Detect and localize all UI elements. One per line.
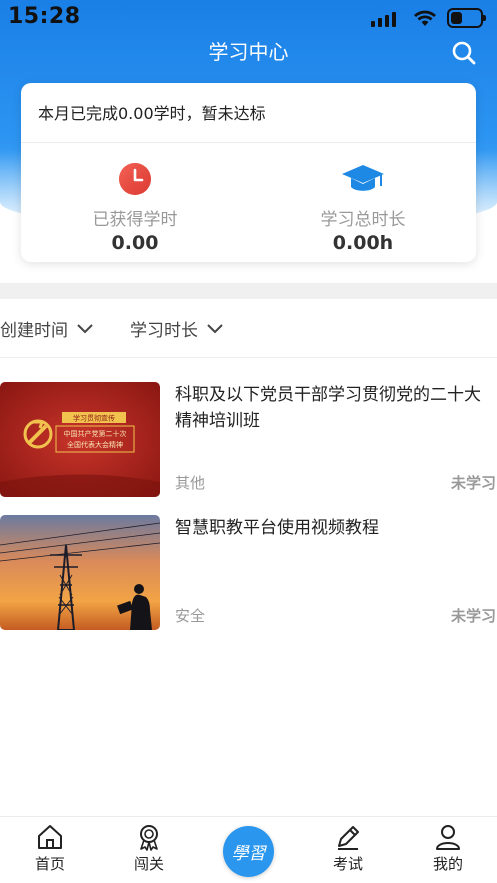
course-category: 其他 (175, 474, 206, 492)
course-status: 未学习 (450, 607, 496, 625)
course-thumbnail: 学习贯彻宣传 中国共产党第二十次 全国代表大会精神 (0, 382, 160, 497)
tab-study-center[interactable]: 學習 (223, 826, 274, 877)
filter-bar: 创建时间 学习时长 (0, 300, 497, 358)
user-icon (436, 825, 460, 850)
signal-icon (371, 9, 403, 27)
bottom-tab-bar: 首页 闯关 學習 考试 我的 (0, 816, 497, 883)
total-duration-label: 学习总时长 (320, 210, 406, 230)
tab-challenge[interactable]: 闯关 (109, 823, 189, 874)
filter-study-duration[interactable]: 学习时长 (130, 316, 224, 341)
filter-created-time[interactable]: 创建时间 (0, 316, 94, 341)
tab-mine-label: 我的 (432, 855, 463, 873)
filter-label: 创建时间 (0, 321, 68, 341)
monthly-status-message: 本月已完成0.00学时，暂未达标 (38, 104, 266, 123)
thumb-banner-top: 学习贯彻宣传 (73, 414, 115, 423)
graduation-cap-icon (342, 165, 384, 191)
home-icon (38, 825, 62, 849)
course-status: 未学习 (450, 474, 496, 492)
card-divider (21, 142, 476, 143)
status-bar: 15:28 (0, 0, 497, 38)
course-item[interactable]: 智慧职教平台使用视频教程 安全 未学习 (0, 515, 497, 630)
earned-hours-stat: 已获得学时 0.00 (35, 161, 235, 254)
tab-home-label: 首页 (34, 855, 65, 873)
tab-mine[interactable]: 我的 (408, 823, 488, 874)
medal-icon (140, 825, 158, 851)
tab-study-center-label: 學習 (231, 844, 266, 864)
study-summary-card: 本月已完成0.00学时，暂未达标 已获得学时 0.00 学习总时长 0.00h (21, 83, 476, 262)
earned-hours-label: 已获得学时 (92, 210, 178, 230)
filter-label: 学习时长 (130, 321, 198, 341)
course-item[interactable]: 学习贯彻宣传 中国共产党第二十次 全国代表大会精神 科职及以下党员干部学习贯彻党… (0, 382, 497, 497)
chevron-down-icon (207, 323, 223, 333)
page-title: 学习中心 (208, 40, 289, 64)
pencil-icon (338, 826, 359, 850)
tab-exam-label: 考试 (332, 855, 363, 873)
battery-icon (447, 8, 486, 28)
total-duration-stat: 学习总时长 0.00h (263, 161, 463, 254)
section-separator (0, 283, 497, 299)
thumb-banner-line2: 全国代表大会精神 (67, 440, 123, 449)
clock-icon (119, 163, 151, 195)
course-thumbnail (0, 515, 160, 630)
status-icons (371, 8, 486, 28)
tab-home[interactable]: 首页 (10, 823, 90, 874)
course-title: 智慧职教平台使用视频教程 (175, 518, 379, 538)
course-category: 安全 (175, 607, 206, 625)
status-time: 15:28 (8, 4, 81, 29)
search-icon (452, 41, 476, 65)
chevron-down-icon (77, 323, 93, 333)
course-title: 科职及以下党员干部学习贯彻党的二十大精神培训班 (175, 385, 481, 431)
thumb-banner-line1: 中国共产党第二十次 (64, 429, 127, 438)
tab-challenge-label: 闯关 (133, 855, 164, 873)
earned-hours-value: 0.00 (111, 232, 159, 254)
tab-exam[interactable]: 考试 (308, 823, 388, 874)
search-button[interactable] (451, 40, 477, 66)
wifi-icon (414, 10, 436, 26)
total-duration-value: 0.00h (332, 232, 394, 254)
